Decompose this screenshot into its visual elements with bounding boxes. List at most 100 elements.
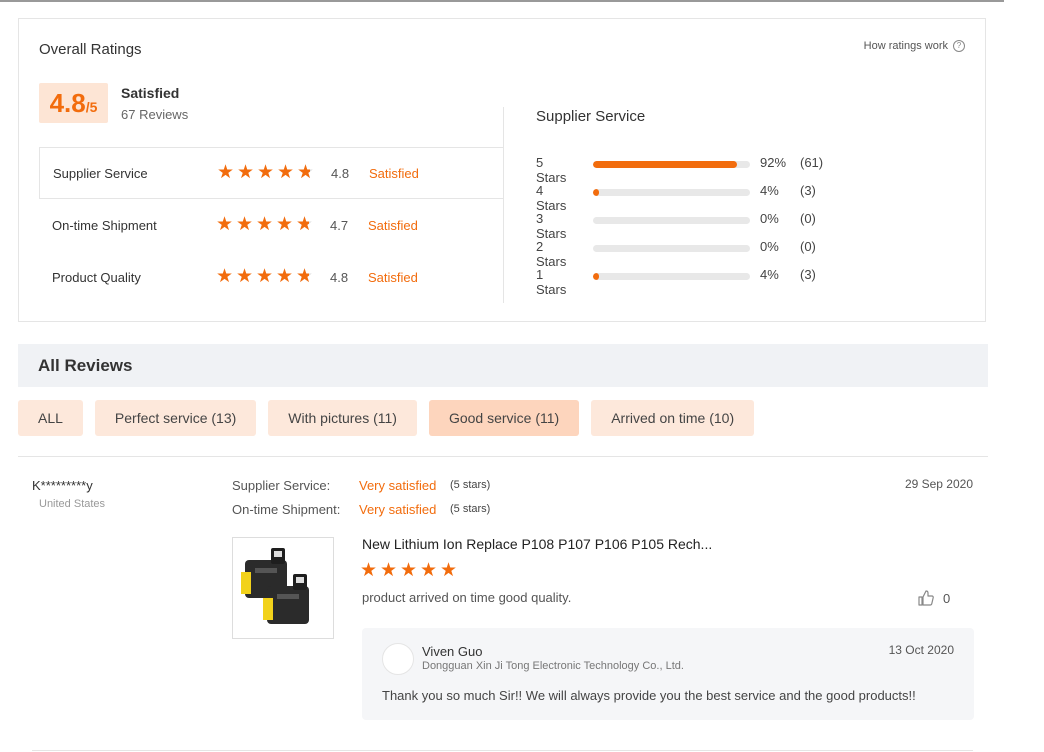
review-shipment-rating: On-time Shipment: Very satisfied (5 star… (232, 502, 490, 517)
aspect-stars: ★ ★ ★ ★ ★ (216, 266, 316, 287)
reviews-divider (18, 456, 988, 457)
distribution-percent: 92% (760, 155, 787, 170)
overall-score: 4.8 (49, 88, 86, 118)
reply-date: 13 Oct 2020 (888, 643, 954, 657)
question-icon: ? (953, 40, 965, 52)
aspect-list: Supplier Service ★★★★★ 4.8 Satisfied On-… (39, 147, 504, 303)
reviewer-country: United States (39, 498, 106, 510)
thumbs-up-icon (918, 590, 934, 606)
aspect-row-product-quality[interactable]: Product Quality ★★★★★ 4.8 Satisfied (39, 251, 504, 303)
reply-text: Thank you so much Sir!! We will always p… (382, 688, 916, 703)
shipment-value: Very satisfied (359, 502, 437, 517)
star-icon: ★ (276, 214, 294, 235)
star-icon: ★ (236, 214, 254, 235)
distribution-count: (0) (800, 239, 816, 254)
star-icon: ★ (216, 214, 234, 235)
star-icon: ★ (276, 266, 294, 287)
reply-company: Dongguan Xin Ji Tong Electronic Technolo… (422, 660, 684, 672)
star-level-label: 1 Stars (536, 267, 567, 297)
supplier-reply: Viven Guo Dongguan Xin Ji Tong Electroni… (362, 628, 974, 720)
aspect-stars: ★ ★ ★ ★ ★ (217, 162, 317, 183)
reviews-count: 67 Reviews (121, 107, 189, 122)
star-icon: ★ (237, 162, 255, 183)
filter-good-service[interactable]: Good service (11) (428, 400, 580, 436)
star-level-label: 4 Stars (536, 183, 567, 213)
star-level-label: 5 Stars (536, 155, 567, 185)
star-icon: ★ (400, 560, 418, 581)
distribution-count: (3) (800, 183, 816, 198)
battery-product-image (241, 548, 309, 624)
like-button[interactable]: 0 (917, 589, 950, 607)
star-icon: ★ (420, 560, 438, 581)
review-service-rating: Supplier Service: Very satisfied (5 star… (232, 478, 490, 493)
overall-ratings-title: Overall Ratings (39, 41, 142, 58)
aspect-label: Satisfied (368, 269, 418, 285)
star-icon: ★ (296, 215, 316, 234)
distribution-bar (593, 273, 750, 280)
aspect-stars: ★ ★ ★ ★ ★ (216, 214, 316, 235)
distribution-bar (593, 189, 750, 196)
distribution-count: (61) (800, 155, 824, 170)
star-icon: ★ (257, 162, 275, 183)
aspect-row-supplier-service[interactable]: Supplier Service ★★★★★ 4.8 Satisfied (39, 147, 504, 199)
bottom-divider (32, 750, 973, 751)
star-icon: ★ (217, 162, 235, 183)
top-divider (0, 0, 1004, 2)
aspect-value: 4.8 (331, 165, 350, 181)
review-text: product arrived on time good quality. (362, 590, 572, 605)
star-level-label: 2 Stars (536, 239, 567, 269)
service-value: Very satisfied (359, 478, 437, 493)
product-thumbnail[interactable] (232, 537, 334, 639)
distribution-count: (0) (800, 211, 816, 226)
service-label: Supplier Service: (232, 478, 331, 493)
supplier-avatar (382, 643, 414, 675)
star-icon: ★ (256, 266, 274, 287)
aspect-label: Satisfied (369, 165, 419, 181)
shipment-label: On-time Shipment: (232, 502, 341, 517)
distribution-bar-fill (593, 273, 600, 280)
star-icon: ★ (216, 266, 234, 287)
distribution-count: (3) (800, 267, 816, 282)
review-filter-bar: ALL Perfect service (13) With pictures (… (18, 400, 755, 436)
how-ratings-work-label: How ratings work (863, 40, 948, 52)
aspect-name: Product Quality (52, 269, 141, 285)
overall-level: Satisfied (121, 85, 180, 101)
star-icon: ★ (297, 163, 317, 182)
overall-ratings-card: Overall Ratings How ratings work ? 4.8/5… (18, 18, 986, 322)
star-icon: ★ (256, 214, 274, 235)
aspect-row-on-time-shipment[interactable]: On-time Shipment ★★★★★ 4.7 Satisfied (39, 199, 504, 251)
star-icon: ★ (380, 560, 398, 581)
shipment-stars: (5 stars) (450, 503, 491, 515)
aspect-value: 4.7 (330, 217, 349, 233)
filter-arrived-on-time[interactable]: Arrived on time (10) (591, 400, 755, 436)
distribution-percent: 0% (760, 211, 779, 226)
aspect-value: 4.8 (330, 269, 349, 285)
like-count: 0 (943, 590, 951, 606)
reviewer-name: K*********y (32, 478, 93, 493)
star-icon: ★ (440, 560, 458, 581)
distribution-percent: 4% (760, 183, 779, 198)
star-icon: ★ (296, 267, 316, 286)
star-icon: ★ (236, 266, 254, 287)
filter-perfect-service[interactable]: Perfect service (13) (94, 400, 257, 436)
filter-all[interactable]: ALL (18, 400, 83, 436)
how-ratings-work-link[interactable]: How ratings work ? (864, 40, 965, 52)
aspect-label: Satisfied (368, 217, 418, 233)
product-title-link[interactable]: New Lithium Ion Replace P108 P107 P106 P… (362, 536, 712, 552)
distribution-percent: 4% (760, 267, 779, 282)
overall-score-badge: 4.8/5 (39, 83, 108, 123)
all-reviews-header: All Reviews (18, 344, 988, 387)
overall-score-max: /5 (85, 99, 98, 115)
reply-author: Viven Guo (422, 644, 483, 659)
star-icon: ★ (277, 162, 295, 183)
distribution-bar (593, 161, 750, 168)
review-date: 29 Sep 2020 (904, 477, 973, 491)
distribution-bar (593, 245, 750, 252)
review-stars: ★ ★ ★ ★ ★ (360, 560, 460, 581)
aspect-name: On-time Shipment (52, 217, 157, 233)
aspect-name: Supplier Service (53, 165, 148, 181)
service-stars: (5 stars) (450, 479, 491, 491)
star-level-label: 3 Stars (536, 211, 567, 241)
filter-with-pictures[interactable]: With pictures (11) (268, 400, 417, 436)
distribution-bar-fill (593, 161, 738, 168)
